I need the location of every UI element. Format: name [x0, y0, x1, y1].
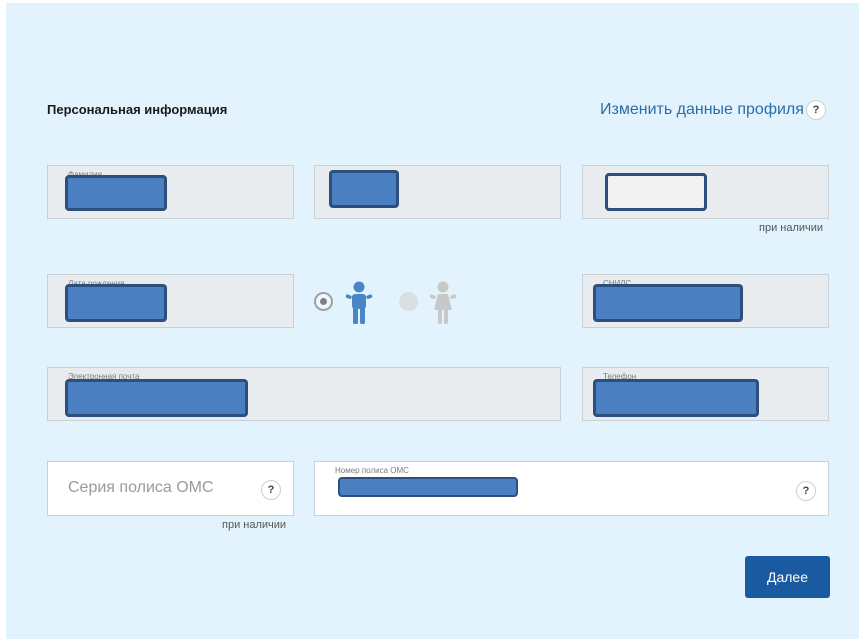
oms-number-label: Номер полиса ОМС — [335, 466, 409, 475]
gender-female-radio[interactable] — [399, 292, 418, 311]
patronymic-hint: при наличии — [759, 222, 824, 234]
surname-redacted-value — [65, 175, 167, 211]
phone-field[interactable]: Телефон — [582, 367, 829, 421]
next-button[interactable]: Далее — [745, 556, 830, 598]
oms-series-placeholder: Серия полиса ОМС — [68, 479, 214, 496]
phone-redacted-value — [593, 379, 759, 417]
oms-series-field[interactable]: Серия полиса ОМС ? — [47, 461, 294, 516]
email-field[interactable]: Электронная почта — [47, 367, 561, 421]
oms-number-help-icon[interactable]: ? — [796, 481, 816, 501]
oms-number-field[interactable]: Номер полиса ОМС ? — [314, 461, 829, 516]
male-person-icon[interactable] — [345, 281, 373, 325]
patronymic-field[interactable] — [582, 165, 829, 219]
birth-date-redacted-value — [65, 284, 167, 322]
email-redacted-value — [65, 379, 248, 417]
female-person-icon[interactable] — [429, 281, 457, 325]
oms-number-redacted-value — [338, 477, 518, 497]
snils-redacted-value — [593, 284, 743, 322]
help-icon[interactable]: ? — [806, 100, 826, 120]
gender-male-radio[interactable] — [314, 292, 333, 311]
oms-series-help-icon[interactable]: ? — [261, 480, 281, 500]
section-title: Персональная информация — [47, 102, 228, 117]
edit-profile-link[interactable]: Изменить данные профиля — [600, 101, 804, 119]
birth-date-field[interactable]: Дата рождения — [47, 274, 294, 328]
patronymic-redacted-value — [605, 173, 707, 211]
name-redacted-value — [329, 170, 399, 208]
name-field[interactable] — [314, 165, 561, 219]
surname-field[interactable]: Фамилия — [47, 165, 294, 219]
oms-series-hint: при наличии — [222, 519, 287, 531]
snils-field[interactable]: СНИЛС — [582, 274, 829, 328]
